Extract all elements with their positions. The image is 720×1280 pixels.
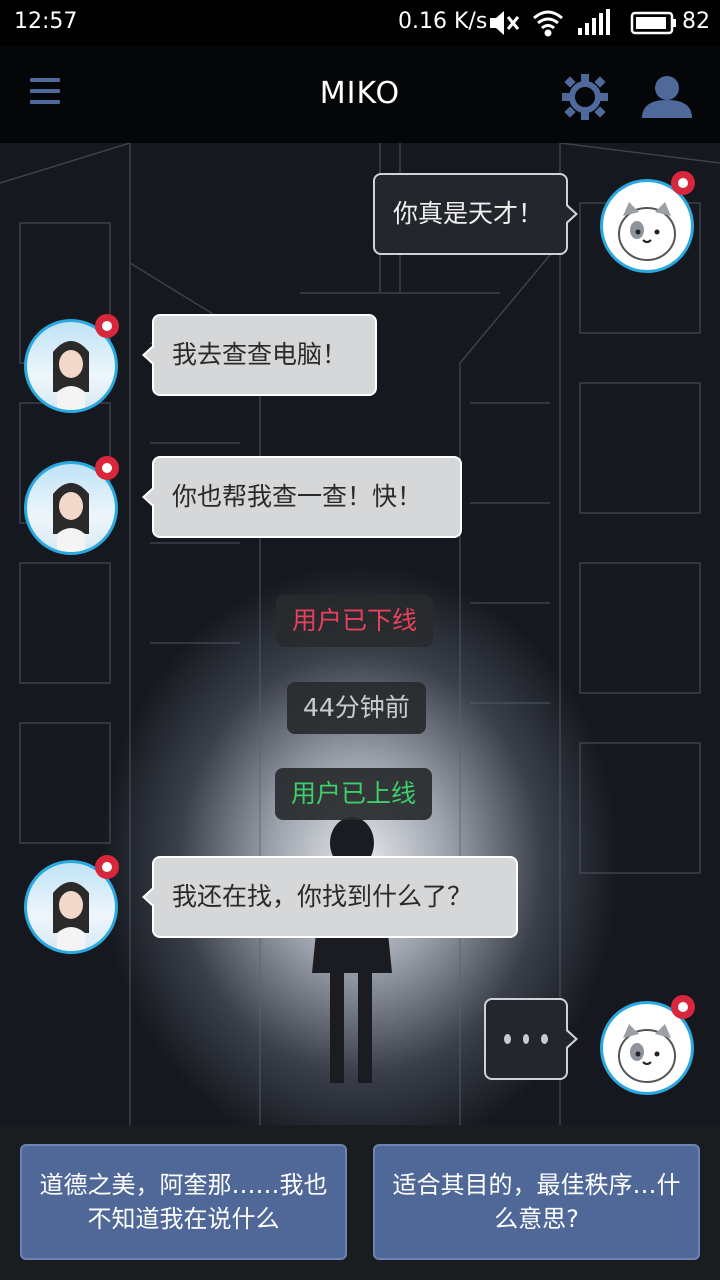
- choice-label: 适合其目的，最佳秩序…什么意思?: [392, 1171, 681, 1233]
- message-text: 你也帮我查一查！快！: [172, 482, 423, 511]
- gear-icon: [569, 81, 601, 113]
- network-speed: 0.16 K/s: [398, 9, 488, 34]
- battery-level: 82: [682, 9, 710, 34]
- profile-button[interactable]: [640, 72, 694, 122]
- reply-choice-button[interactable]: 适合其目的，最佳秩序…什么意思?: [373, 1144, 700, 1260]
- status-time: 12:57: [14, 9, 78, 34]
- status-badge-offline: 用户已下线: [276, 595, 434, 647]
- typing-indicator: [484, 998, 578, 1080]
- status-bar: 12:57 0.16 K/s 82: [0, 0, 720, 46]
- reply-choices: 道德之美，阿奎那……我也不知道我在说什么 适合其目的，最佳秩序…什么意思?: [0, 1125, 720, 1280]
- page-title: MIKO: [319, 76, 401, 111]
- message-text: 你真是天才！: [393, 199, 544, 228]
- timestamp-badge: 44分钟前: [287, 682, 426, 734]
- message-text: 我还在找，你找到什么了？: [172, 882, 473, 911]
- reply-choice-button[interactable]: 道德之美，阿奎那……我也不知道我在说什么: [20, 1144, 347, 1260]
- flower-decoration-icon: [95, 456, 119, 480]
- message-text: 我去查查电脑！: [172, 340, 348, 369]
- status-badge-online: 用户已上线: [275, 768, 433, 820]
- time-ago-text: 44分钟前: [303, 693, 410, 722]
- flower-decoration-icon: [95, 855, 119, 879]
- flower-decoration-icon: [95, 314, 119, 338]
- typing-dots: [504, 1000, 549, 1078]
- choice-label: 道德之美，阿奎那……我也不知道我在说什么: [39, 1171, 328, 1233]
- offline-text: 用户已下线: [292, 606, 418, 635]
- status-icons: [490, 9, 676, 37]
- chat-bubble-incoming: 我去查查电脑！: [142, 314, 377, 396]
- chat-bubble-outgoing: 你真是天才！: [373, 173, 578, 255]
- settings-button[interactable]: [560, 72, 610, 122]
- user-icon: [642, 76, 692, 118]
- app-bar: MIKO: [0, 46, 720, 143]
- flower-decoration-icon: [671, 171, 695, 195]
- flower-decoration-icon: [671, 995, 695, 1019]
- chat-bubble-incoming: 你也帮我查一查！快！: [142, 456, 462, 538]
- wifi-icon: [533, 10, 563, 37]
- chat-area[interactable]: 你真是天才！ 我去查查电脑！ 你也帮我查一查！快！ 用户已下线 44分钟前 用户…: [0, 143, 720, 1125]
- online-text: 用户已上线: [291, 779, 417, 808]
- chat-bubble-incoming: 我还在找，你找到什么了？: [142, 856, 518, 938]
- battery-icon: [630, 11, 676, 35]
- mute-icon: [490, 11, 520, 35]
- signal-icon: [578, 9, 610, 35]
